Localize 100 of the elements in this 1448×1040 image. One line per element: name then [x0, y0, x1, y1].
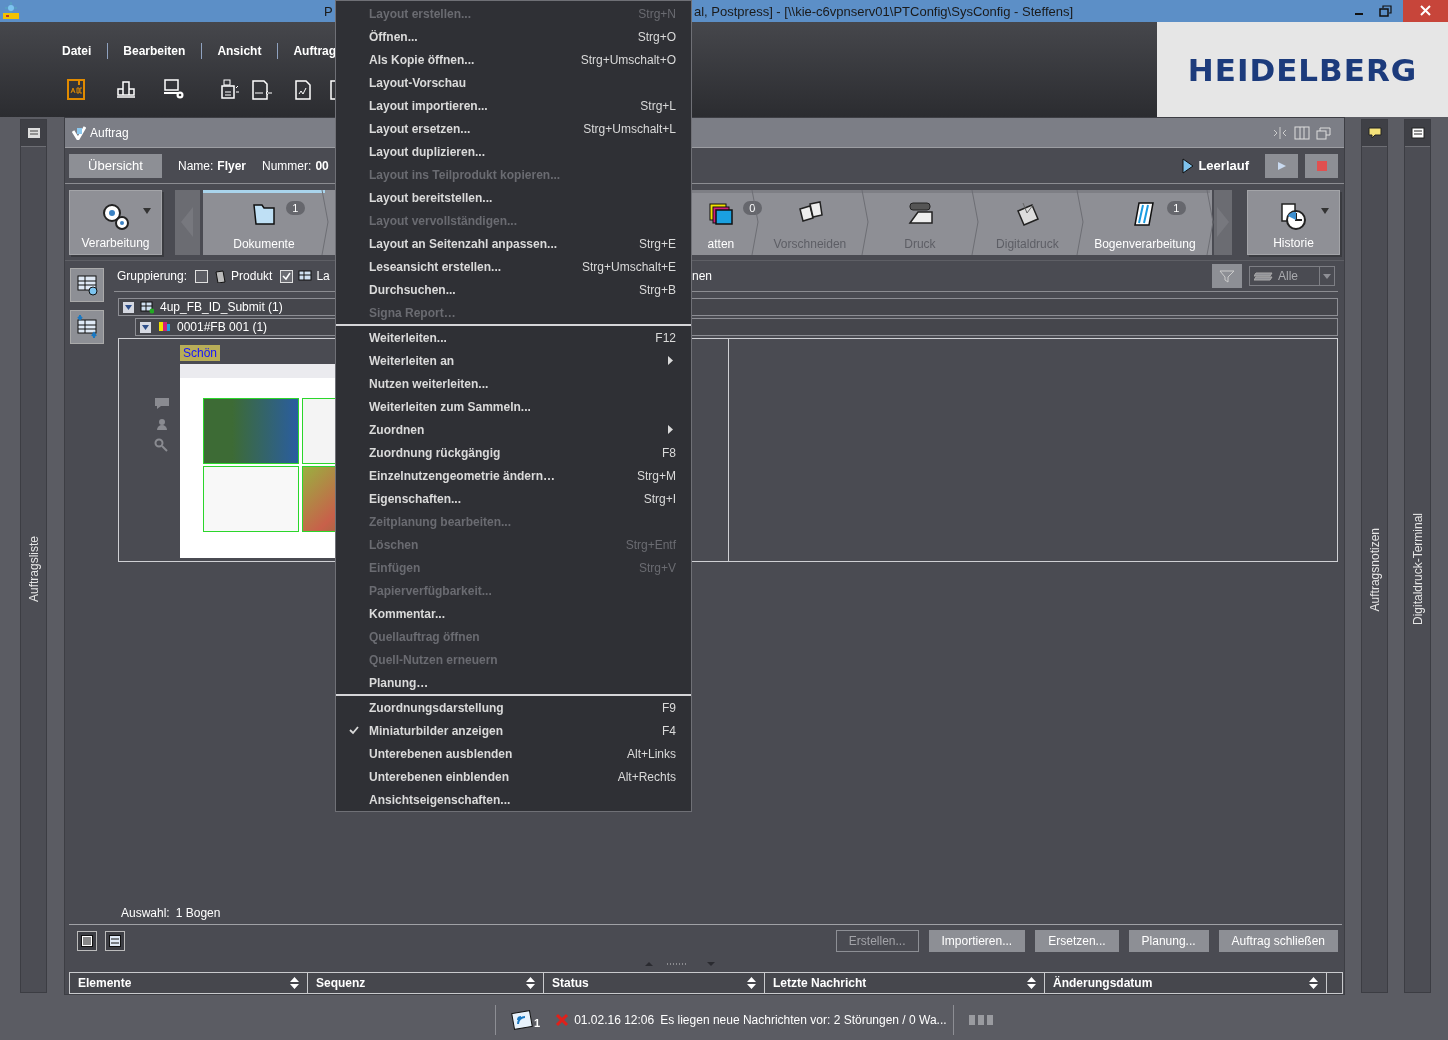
count-badge: 1	[285, 200, 305, 215]
job-status: Leerlauf	[1198, 158, 1249, 173]
tree-label: 0001#FB 001 (1)	[177, 320, 268, 334]
chevron-divider	[1075, 189, 1084, 255]
menu-item[interactable]: Miniaturbilder anzeigen F4	[336, 719, 691, 742]
panel-button[interactable]	[1405, 120, 1430, 147]
workflow-stage[interactable]: 1 Bogenverarbeitung	[1079, 189, 1210, 255]
menu-item[interactable]: Zuordnung rückgängig F8	[336, 441, 691, 464]
menu-item[interactable]: Nutzen weiterleiten...	[336, 372, 691, 395]
side-panel-label: Auftragsnotizen	[1367, 527, 1382, 612]
menu-item[interactable]: Layout-Vorschau	[336, 71, 691, 94]
grouping-text: nen	[692, 269, 713, 283]
note-icon	[1367, 127, 1382, 139]
document-arrow-icon[interactable]	[250, 78, 272, 100]
page-thumbnail[interactable]	[203, 398, 299, 464]
menu-item[interactable]: Weiterleiten zum Sammeln...	[336, 395, 691, 418]
menu-item[interactable]: Unterebenen ausblenden Alt+Links	[336, 742, 691, 765]
column-header[interactable]: Status	[544, 973, 765, 993]
status-message[interactable]: Es liegen neue Nachrichten vor: 2 Störungen / 0 Wa...	[660, 1013, 947, 1027]
layout-view-icon	[75, 273, 99, 297]
funnel-icon	[1219, 269, 1235, 283]
menu-item[interactable]: Ansichtseigenschaften...	[336, 788, 691, 811]
start-button[interactable]	[1265, 153, 1298, 178]
panel-button[interactable]	[21, 120, 46, 147]
tree-label: 4up_FB_ID_Submit (1)	[160, 300, 283, 314]
side-panel-label: Auftragsliste	[26, 536, 41, 603]
tile-view-button[interactable]	[105, 930, 125, 951]
menu-item[interactable]: Layout importieren... Strg+L	[336, 94, 691, 117]
menu-item[interactable]: Einzelnutzengeometrie ändern… Strg+M	[336, 464, 691, 487]
sheets-icon	[298, 269, 313, 283]
menu-item[interactable]: Bearbeiten	[107, 43, 202, 59]
column-header[interactable]: Elemente	[70, 973, 308, 993]
speech-bubble-icon[interactable]	[153, 396, 171, 410]
selection-value: 1 Bogen	[175, 906, 221, 920]
stop-icon	[1316, 160, 1327, 171]
menu-item[interactable]: Zuordnen	[336, 418, 691, 441]
magnifier-icon[interactable]	[154, 438, 170, 452]
menu-item[interactable]: Leseansicht erstellen... Strg+Umschalt+E	[336, 255, 691, 278]
menu-item[interactable]: Datei	[62, 43, 108, 59]
grouping-label: Gruppierung:	[117, 269, 188, 283]
list-view-button[interactable]	[77, 930, 97, 951]
workflow-stage[interactable]: 1 Dokumente	[202, 189, 325, 255]
count-badge: 0	[742, 200, 762, 215]
box-label: Historie	[1273, 235, 1314, 250]
column-header[interactable]: Letzte Nachricht	[765, 973, 1045, 993]
tool-button[interactable]	[70, 310, 104, 344]
name-label: Name:	[178, 158, 214, 173]
checkbox[interactable]	[280, 269, 294, 283]
split-icon[interactable]	[1272, 125, 1288, 140]
close-icon[interactable]	[1403, 0, 1448, 22]
message-time: 01.02.16 12:06	[574, 1013, 655, 1027]
layout-transfer-icon	[75, 315, 99, 339]
person-icon[interactable]	[156, 418, 168, 430]
feed-icon	[511, 1010, 533, 1030]
menu-item[interactable]: Planung…	[336, 671, 691, 694]
check-icon	[282, 271, 292, 281]
submenu-arrow-icon	[668, 425, 673, 434]
status-play-icon	[1182, 157, 1195, 174]
dropdown-value: Alle	[1278, 269, 1298, 283]
document-abc-icon[interactable]	[65, 78, 87, 100]
list-icon	[1410, 127, 1425, 139]
columns-icon[interactable]	[115, 78, 137, 100]
menu-item[interactable]: Weiterleiten an	[336, 349, 691, 372]
side-panel-tab[interactable]: Digitaldruck-Terminal	[1404, 119, 1431, 993]
panel-button[interactable]	[1362, 120, 1387, 147]
stage-label: Bogenverarbeitung	[1094, 236, 1196, 251]
caret-icon	[142, 207, 151, 214]
expand-toggle[interactable]	[123, 301, 134, 313]
selection-label: Auswahl:	[121, 906, 170, 920]
menu-item[interactable]: Zuordnungsdarstellung F9	[336, 696, 691, 719]
side-panel-tab[interactable]: Auftragsnotizen	[1361, 119, 1388, 993]
menu-item[interactable]: Ansicht	[201, 43, 278, 59]
notification-count: 1	[534, 1017, 541, 1029]
menu-item[interactable]: Layout duplizieren...	[336, 140, 691, 163]
menu-item[interactable]: Eigenschaften... Strg+I	[336, 487, 691, 510]
menu-item[interactable]: Durchsuchen... Strg+B	[336, 278, 691, 301]
tool-button[interactable]	[70, 268, 104, 302]
column-header[interactable]: Sequenz	[308, 973, 544, 993]
stop-button[interactable]	[1305, 153, 1338, 178]
menu-item[interactable]: Layout ersetzen... Strg+Umschalt+L	[336, 117, 691, 140]
check-icon	[349, 726, 359, 735]
company-logo: HEIDELBERG	[1187, 51, 1418, 88]
color-sheets-icon	[157, 320, 171, 334]
signed-document-icon[interactable]	[292, 78, 314, 100]
computer-gear-icon[interactable]	[163, 78, 185, 100]
caret-down-icon	[125, 303, 132, 311]
expand-toggle[interactable]	[140, 321, 151, 333]
filter-dropdown[interactable]: Alle	[1249, 266, 1335, 286]
page-thumbnail[interactable]	[203, 466, 299, 532]
menu-item[interactable]: Kommentar...	[336, 602, 691, 625]
chevron-divider	[750, 189, 759, 255]
side-panel-tab[interactable]: Auftragsliste	[20, 119, 47, 993]
stage-label: Dokumente	[233, 236, 295, 251]
column-header[interactable]: Änderungsdatum	[1045, 973, 1327, 993]
sort-icon	[1309, 977, 1318, 989]
menu-item[interactable]: Unterebenen einblenden Alt+Rechts	[336, 765, 691, 788]
layers-icon	[1254, 270, 1274, 282]
checkbox[interactable]	[195, 269, 209, 283]
caret-down-icon	[142, 323, 149, 331]
clock-icon	[1278, 200, 1309, 231]
